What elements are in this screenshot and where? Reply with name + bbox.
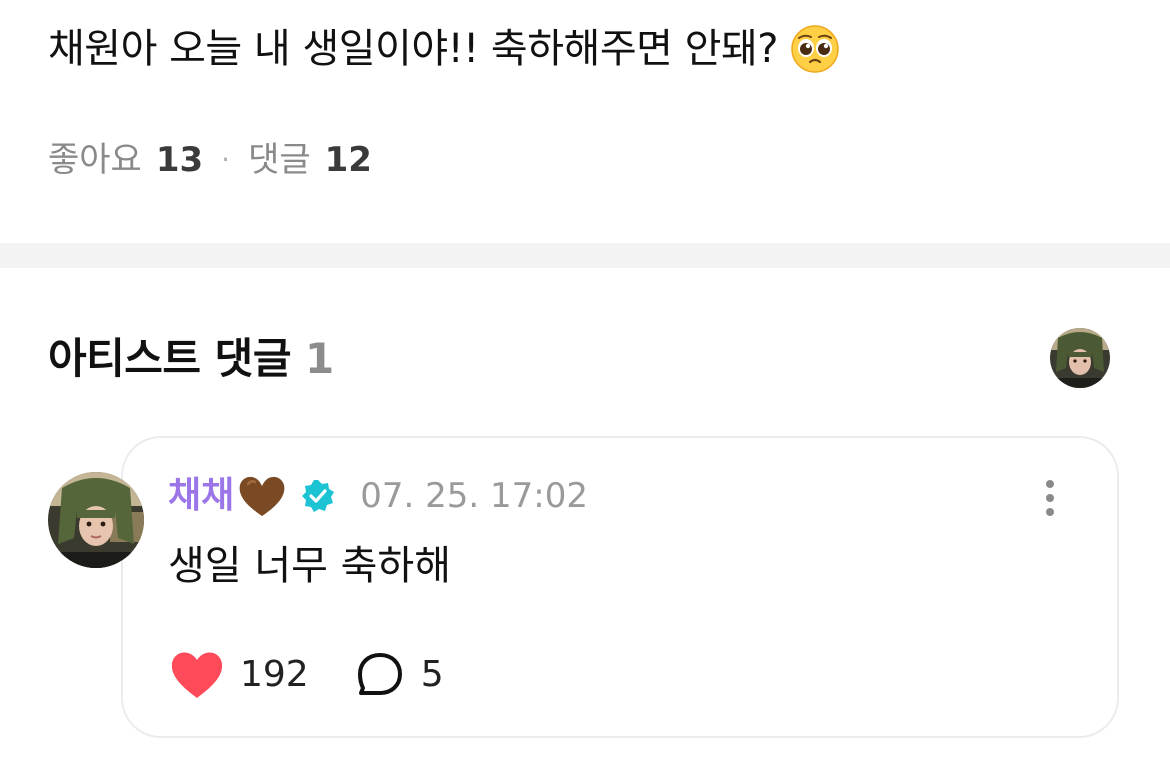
verified-badge-icon: [302, 480, 335, 512]
comment-header: 채채 07. 25. 17:02: [168, 472, 588, 520]
post-stats: 좋아요 13 · 댓글 12: [48, 138, 372, 182]
more-options-button[interactable]: [1030, 474, 1070, 522]
comment-author-name[interactable]: 채채: [168, 472, 234, 520]
comment-actions: 192 5: [168, 648, 444, 702]
reply-count: 5: [420, 654, 444, 695]
brown-heart-icon: [239, 476, 285, 516]
comments-label: 댓글: [248, 140, 311, 180]
like-count: 192: [240, 654, 309, 695]
likes-count[interactable]: 13: [156, 138, 203, 182]
pleading-face-icon: [791, 25, 839, 73]
dot-icon: [1046, 494, 1054, 502]
dot-icon: [1046, 480, 1054, 488]
like-button[interactable]: 192: [168, 648, 309, 702]
comment-timestamp: 07. 25. 17:02: [360, 476, 588, 516]
post-text: 채원아 오늘 내 생일이야!! 축하해주면 안돼?: [48, 24, 840, 74]
artist-comments-header: 아티스트 댓글 1: [48, 332, 334, 386]
stats-separator: ·: [221, 143, 231, 176]
avatar-image: [48, 472, 144, 568]
reply-button[interactable]: 5: [355, 650, 444, 700]
avatar-image: [1050, 328, 1110, 388]
comments-count[interactable]: 12: [325, 138, 372, 182]
post-body: 채원아 오늘 내 생일이야!! 축하해주면 안돼?: [48, 26, 778, 72]
comment-body: 생일 너무 축하해: [168, 543, 452, 589]
dot-icon: [1046, 508, 1054, 516]
artist-avatar-small[interactable]: [1050, 328, 1110, 388]
artist-comments-count: 1: [304, 334, 334, 383]
comment-author-avatar[interactable]: [48, 472, 144, 568]
heart-icon: [171, 652, 223, 698]
section-divider: [0, 243, 1170, 268]
likes-label: 좋아요: [48, 140, 142, 180]
speech-bubble-icon: [357, 653, 402, 695]
artist-comments-title: 아티스트 댓글: [48, 334, 291, 383]
